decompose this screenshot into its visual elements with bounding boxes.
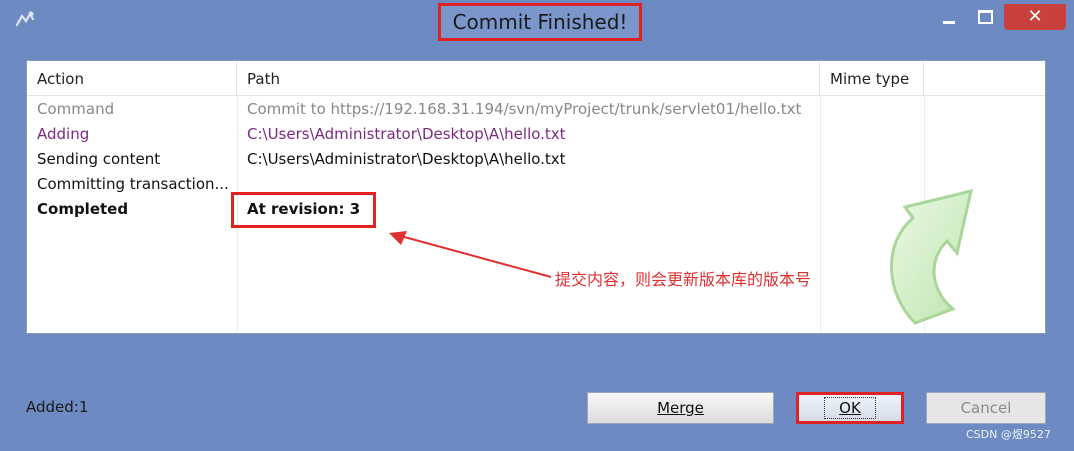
ok-button[interactable]: OK bbox=[796, 392, 904, 424]
status-text: Added:1 bbox=[26, 398, 89, 416]
maximize-button[interactable] bbox=[970, 4, 1000, 30]
cancel-label: Cancel bbox=[960, 399, 1012, 417]
close-icon: ✕ bbox=[1027, 6, 1043, 27]
maximize-icon bbox=[977, 10, 993, 24]
cancel-button[interactable]: Cancel bbox=[926, 392, 1046, 424]
title-bar: Commit Finished! ✕ bbox=[0, 0, 1074, 44]
merge-button[interactable]: Merge bbox=[587, 392, 774, 424]
watermark: CSDN @煜9527 bbox=[966, 428, 1051, 441]
annotation-text: 提交内容，则会更新版本库的版本号 bbox=[555, 270, 812, 289]
commit-arrow-icon bbox=[890, 188, 973, 325]
merge-label: Merge bbox=[657, 399, 704, 417]
minimize-button[interactable] bbox=[934, 4, 964, 30]
commit-log-list[interactable]: Action Path Mime type Command Commit to … bbox=[26, 60, 1046, 334]
ok-label: OK bbox=[824, 397, 876, 419]
tortoise-icon bbox=[15, 11, 35, 27]
close-button[interactable]: ✕ bbox=[1004, 4, 1066, 30]
window-title: Commit Finished! bbox=[438, 3, 642, 41]
minimize-icon bbox=[943, 20, 955, 24]
